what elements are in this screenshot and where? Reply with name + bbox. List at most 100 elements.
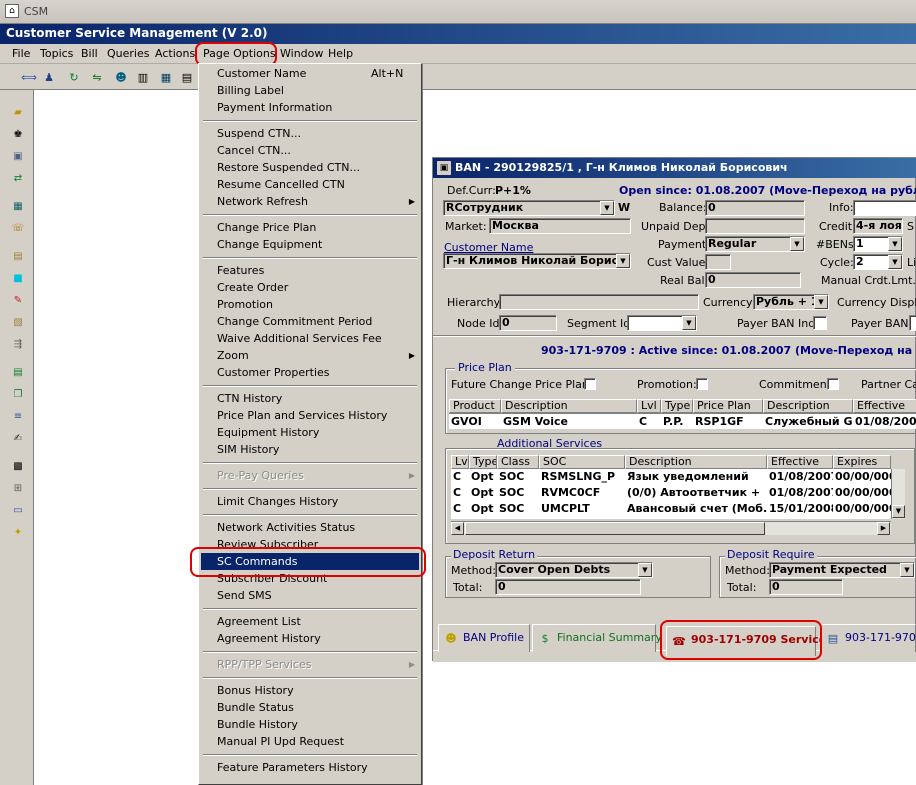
chevron-down-icon[interactable]: ▼ xyxy=(616,254,630,268)
deposit-return-method-select[interactable]: Cover Open Debts ▼ xyxy=(495,562,653,578)
chevron-down-icon[interactable]: ▼ xyxy=(900,563,914,577)
menu-item-cancel-ctn[interactable]: Cancel CTN... xyxy=(217,144,291,157)
menu-item-create-order[interactable]: Create Order xyxy=(217,281,288,294)
nts-icon[interactable]: ✦ xyxy=(10,524,26,540)
menu-item-network-activities-status[interactable]: Network Activities Status xyxy=(217,521,355,534)
tab-ctn-other[interactable]: ▤ 903-171-9709 I xyxy=(820,624,916,652)
notes-icon[interactable]: ▤ xyxy=(10,248,26,264)
pp-header-product[interactable]: Product xyxy=(449,399,501,413)
menu-topics[interactable]: Topics xyxy=(40,47,73,60)
menu-item-bundle-history[interactable]: Bundle History xyxy=(217,718,298,731)
menu-item-zoom[interactable]: Zoom xyxy=(217,349,249,362)
menu-item-change-price-plan[interactable]: Change Price Plan xyxy=(217,221,316,234)
chevron-down-icon[interactable]: ▼ xyxy=(814,295,828,309)
pp-header-lvl[interactable]: Lvl xyxy=(637,399,661,413)
menu-help[interactable]: Help xyxy=(328,47,353,60)
pp-header-type[interactable]: Type xyxy=(661,399,693,413)
menu-item-promotion[interactable]: Promotion xyxy=(217,298,273,311)
customer-name-select[interactable]: Г-н Климов Николай Борисови ▼ xyxy=(443,253,631,269)
menu-item-agreement-history[interactable]: Agreement History xyxy=(217,632,321,645)
menu-file[interactable]: File xyxy=(12,47,30,60)
menu-item-payment-information[interactable]: Payment Information xyxy=(217,101,332,114)
as-header-lvl[interactable]: Lvl xyxy=(451,455,469,469)
scroll-left-icon[interactable]: ◀ xyxy=(451,522,464,535)
copy-icon[interactable]: ❐ xyxy=(10,386,26,402)
menu-item-waive-additional-services-fee[interactable]: Waive Additional Services Fee xyxy=(217,332,382,345)
columns-icon[interactable]: ▥ xyxy=(134,68,152,86)
menu-item-feature-parameters-history[interactable]: Feature Parameters History xyxy=(217,761,368,774)
cycle-select[interactable]: 2 ▼ xyxy=(853,254,903,270)
as-header-description[interactable]: Description xyxy=(625,455,767,469)
menu-item-customer-name[interactable]: Customer Name xyxy=(217,67,306,80)
ledger-icon[interactable]: ▦ xyxy=(10,198,26,214)
pp-header-description[interactable]: Description xyxy=(501,399,637,413)
menu-item-ctn-history[interactable]: CTN History xyxy=(217,392,282,405)
user-icon[interactable]: ♟ xyxy=(40,68,58,86)
table-row[interactable]: C Opt SOC RVMC0CF (0/0) Автоответчик + 0… xyxy=(451,485,891,501)
payment-select[interactable]: Regular ▼ xyxy=(705,236,805,252)
commitment-checkbox[interactable] xyxy=(827,378,839,390)
people-icon[interactable]: ♚ xyxy=(10,126,26,142)
pp-header-description-2[interactable]: Description xyxy=(763,399,853,413)
menu-item-restore-suspended-ctn[interactable]: Restore Suspended CTN... xyxy=(217,161,360,174)
vertical-scrollbar[interactable]: ▼ xyxy=(891,469,905,519)
pin-icon[interactable]: ✎ xyxy=(10,292,26,308)
promotion-checkbox[interactable] xyxy=(696,378,708,390)
as-header-type[interactable]: Type xyxy=(469,455,497,469)
menu-item-agreement-list[interactable]: Agreement List xyxy=(217,615,301,628)
chevron-down-icon[interactable]: ▼ xyxy=(638,563,652,577)
as-header-effective[interactable]: Effective xyxy=(767,455,833,469)
record-icon[interactable]: ▤ xyxy=(178,68,196,86)
menu-queries[interactable]: Queries xyxy=(107,47,149,60)
menu-item-network-refresh[interactable]: Network Refresh xyxy=(217,195,308,208)
transfer-icon[interactable]: ⇋ xyxy=(88,68,106,86)
currency-select[interactable]: Рубль + 1 ▼ xyxy=(753,294,829,310)
save-icon[interactable]: ▩ xyxy=(10,458,26,474)
menu-item-customer-properties[interactable]: Customer Properties xyxy=(217,366,330,379)
refresh-icon[interactable]: ↻ xyxy=(65,68,83,86)
as-header-soc[interactable]: SOC xyxy=(539,455,625,469)
table-row[interactable]: C Opt SOC UMCPLT Авансовый счет (Моб. пл… xyxy=(451,501,891,517)
future-change-checkbox[interactable] xyxy=(584,378,596,390)
scroll-right-icon[interactable]: ▶ xyxy=(877,522,890,535)
menu-item-bundle-status[interactable]: Bundle Status xyxy=(217,701,294,714)
folder-open-icon[interactable]: ▰ xyxy=(10,104,26,120)
agent-icon[interactable]: ☻ xyxy=(112,68,130,86)
chevron-down-icon[interactable]: ▼ xyxy=(600,201,614,215)
scroll-down-icon[interactable]: ▼ xyxy=(892,505,905,518)
menu-item-change-commitment-period[interactable]: Change Commitment Period xyxy=(217,315,372,328)
menu-item-equipment-history[interactable]: Equipment History xyxy=(217,426,319,439)
payer-ban-field[interactable] xyxy=(909,315,916,331)
account-type-select[interactable]: RСотрудник ▼ xyxy=(443,200,615,216)
menu-item-suspend-ctn[interactable]: Suspend CTN... xyxy=(217,127,301,140)
pp-header-effective[interactable]: Effective xyxy=(853,399,916,413)
info-field[interactable] xyxy=(853,200,916,216)
window-icon[interactable]: ▭ xyxy=(10,502,26,518)
exchange-icon[interactable]: ⇄ xyxy=(10,170,26,186)
clipboard-icon[interactable]: ▧ xyxy=(10,314,26,330)
menu-item-change-equipment[interactable]: Change Equipment xyxy=(217,238,322,251)
menu-item-price-plan-services-history[interactable]: Price Plan and Services History xyxy=(217,409,387,422)
bens-select[interactable]: 1 ▼ xyxy=(853,236,903,252)
menu-item-sim-history[interactable]: SIM History xyxy=(217,443,279,456)
tab-ban-profile[interactable]: ☻ BAN Profile xyxy=(438,624,530,652)
tab-financial-summary[interactable]: $ Financial Summary xyxy=(532,624,662,652)
menu-item-limit-changes-history[interactable]: Limit Changes History xyxy=(217,495,338,508)
menu-item-features[interactable]: Features xyxy=(217,264,264,277)
chevron-down-icon[interactable]: ▼ xyxy=(682,316,696,330)
as-header-expires[interactable]: Expires xyxy=(833,455,891,469)
scroll-thumb[interactable] xyxy=(465,522,765,535)
menu-item-bonus-history[interactable]: Bonus History xyxy=(217,684,294,697)
segment-id-select[interactable]: ▼ xyxy=(627,315,697,331)
menu-item-send-sms[interactable]: Send SMS xyxy=(217,589,272,602)
network-icon[interactable]: ⊞ xyxy=(10,480,26,496)
menu-actions[interactable]: Actions xyxy=(155,47,195,60)
chevron-down-icon[interactable]: ▼ xyxy=(790,237,804,251)
list-icon[interactable]: ≡ xyxy=(10,408,26,424)
table-row[interactable]: C Opt SOC RSMSLNG_P Язык уведомлений 01/… xyxy=(451,469,891,485)
price-plan-row[interactable]: GVOI GSM Voice C P.P. RSP1GF Служебный G… xyxy=(449,413,916,429)
menu-item-billing-label[interactable]: Billing Label xyxy=(217,84,284,97)
menu-window[interactable]: Window xyxy=(280,47,323,60)
document-icon[interactable]: ▤ xyxy=(10,364,26,380)
as-header-class[interactable]: Class xyxy=(497,455,539,469)
